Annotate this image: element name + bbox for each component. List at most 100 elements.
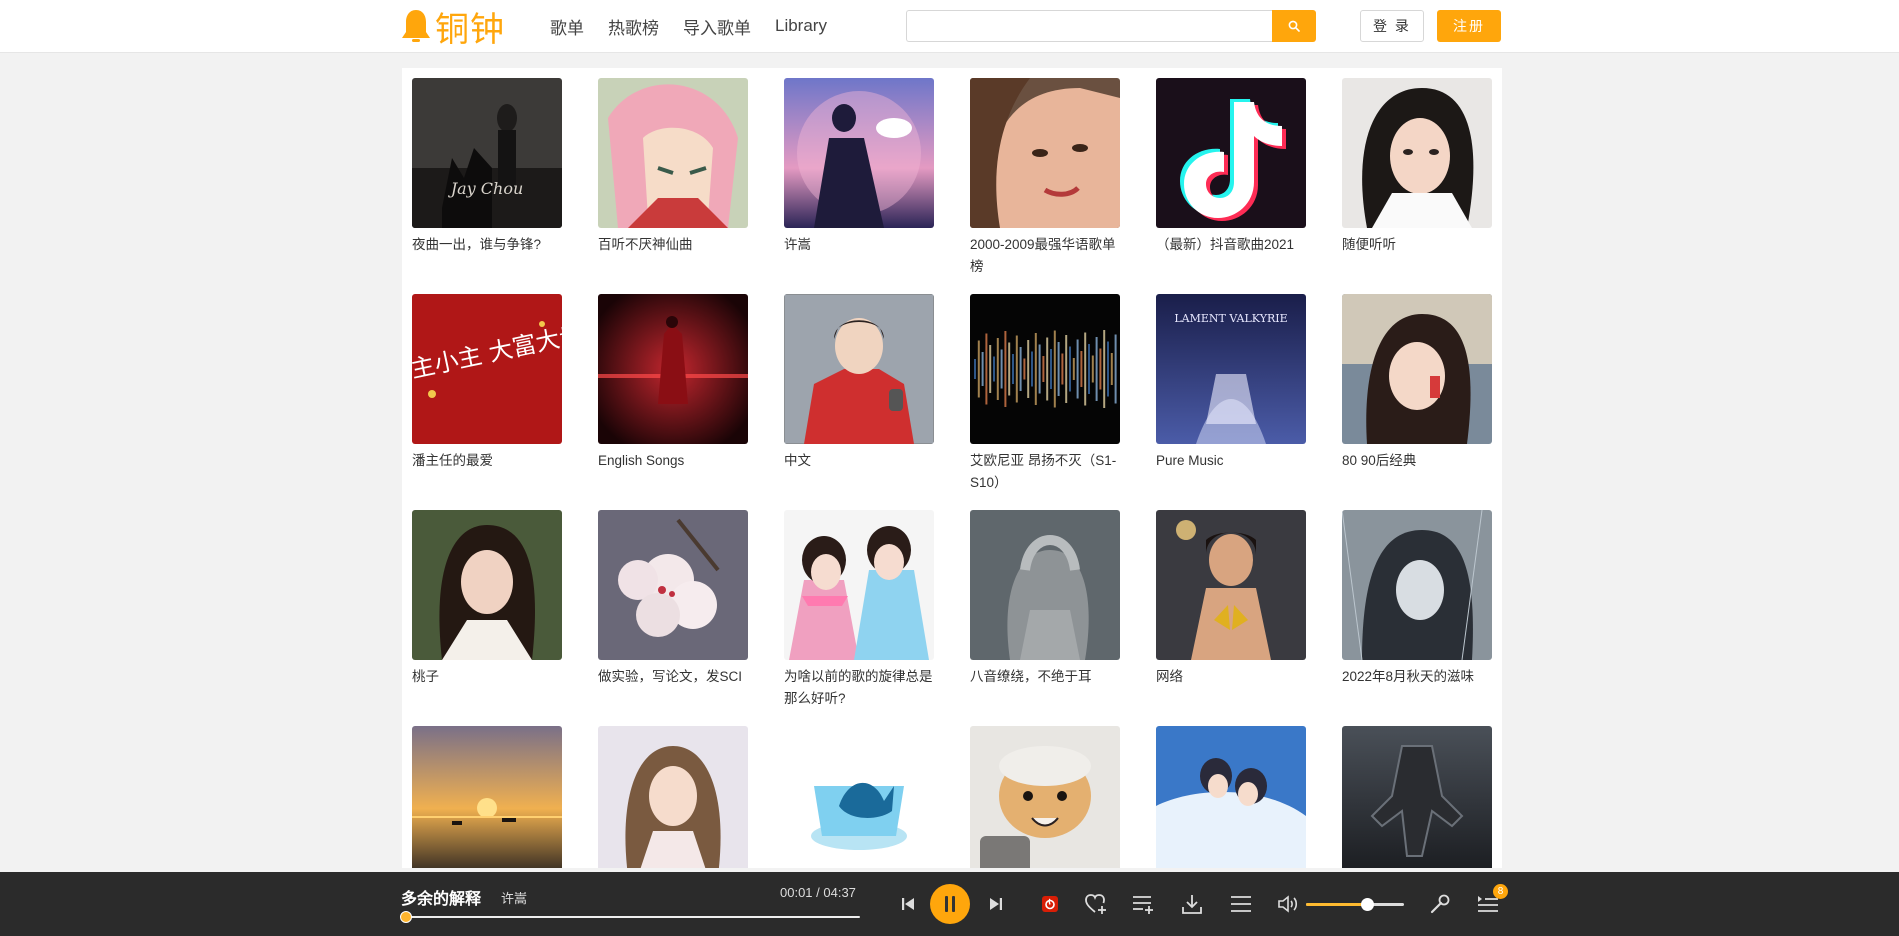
next-button[interactable] [984, 892, 1008, 916]
like-button[interactable] [1083, 892, 1109, 916]
volume-slider[interactable] [1306, 898, 1404, 911]
bell-logo-icon [402, 10, 430, 42]
playlist-cover[interactable] [1342, 726, 1492, 868]
playlist-title[interactable]: 80 90后经典 [1342, 450, 1492, 472]
playlist-cover[interactable] [1156, 78, 1306, 228]
current-song-artist[interactable]: 许嵩 [501, 888, 527, 907]
playlist-cover[interactable]: LAMENT VALKYRIE [1156, 294, 1306, 444]
nav-library[interactable]: Library [775, 16, 827, 36]
nav-playlists[interactable]: 歌单 [550, 14, 584, 39]
playlist-card[interactable] [412, 726, 562, 868]
playlist-card[interactable] [598, 726, 748, 868]
playlist-card[interactable] [784, 726, 934, 868]
playlist-card[interactable]: 2022年8月秋天的滋味 [1342, 510, 1492, 688]
search-input[interactable] [906, 10, 1272, 42]
playlist-title[interactable]: 2000-2009最强华语歌单榜 [970, 234, 1120, 278]
playlist-title[interactable]: 许嵩 [784, 234, 934, 256]
playlist-cover-art [1342, 294, 1492, 444]
playlist-cover-art [1342, 726, 1492, 868]
playlist-card[interactable]: LAMENT VALKYRIE Pure Music [1156, 294, 1306, 472]
nav-import-playlist[interactable]: 导入歌单 [683, 14, 751, 39]
settings-button[interactable] [1427, 892, 1453, 916]
playlist-title[interactable]: Pure Music [1156, 450, 1306, 472]
playlist-cover[interactable] [1156, 726, 1306, 868]
playlist-cover[interactable] [784, 510, 934, 660]
playlist-card[interactable]: 许嵩 [784, 78, 934, 256]
playlist-button[interactable] [1228, 892, 1254, 916]
playlist-cover[interactable] [970, 78, 1120, 228]
playlist-card[interactable] [1342, 726, 1492, 868]
playlist-cover[interactable] [598, 510, 748, 660]
playlist-cover[interactable] [784, 294, 934, 444]
logo[interactable]: 铜钟 [400, 4, 505, 50]
playlist-title[interactable]: 百听不厌神仙曲 [598, 234, 748, 256]
playlist-card[interactable] [1156, 726, 1306, 868]
playlist-card[interactable]: 为啥以前的歌的旋律总是那么好听? [784, 510, 934, 710]
pause-button[interactable] [930, 884, 970, 924]
playlist-cover[interactable]: 小主小主 大富大贵 [412, 294, 562, 444]
playlist-title[interactable]: 艾欧尼亚 昂扬不灭（S1-S10） [970, 450, 1120, 494]
prev-button[interactable] [896, 892, 920, 916]
playlist-card[interactable]: 2000-2009最强华语歌单榜 [970, 78, 1120, 278]
playlist-title[interactable]: 做实验，写论文，发SCI [598, 666, 748, 688]
playlist-card[interactable] [970, 726, 1120, 868]
playlist-cover[interactable] [598, 726, 748, 868]
playlist-card[interactable]: 艾欧尼亚 昂扬不灭（S1-S10） [970, 294, 1120, 494]
playlist-card[interactable]: English Songs [598, 294, 748, 472]
playlist-card[interactable]: 百听不厌神仙曲 [598, 78, 748, 256]
playlist-title[interactable]: English Songs [598, 450, 748, 472]
playlist-title[interactable]: 八音缭绕，不绝于耳 [970, 666, 1120, 688]
progress-bar[interactable] [399, 911, 860, 923]
playlist-title[interactable]: 为啥以前的歌的旋律总是那么好听? [784, 666, 934, 710]
playlist-card[interactable]: （最新）抖音歌曲2021 [1156, 78, 1306, 256]
playlist-card[interactable]: 八音缭绕，不绝于耳 [970, 510, 1120, 688]
playlist-cover[interactable] [784, 726, 934, 868]
playlist-cover-art [1156, 78, 1306, 228]
register-button[interactable]: 注册 [1437, 10, 1501, 42]
login-button[interactable]: 登 录 [1360, 10, 1424, 42]
playlist-card[interactable]: 做实验，写论文，发SCI [598, 510, 748, 688]
playlist-card[interactable]: 桃子 [412, 510, 562, 688]
playlist-cover[interactable] [970, 510, 1120, 660]
progress-handle[interactable] [399, 911, 412, 923]
playback-time: 00:01 / 04:37 [780, 885, 856, 900]
playlist-cover[interactable] [970, 726, 1120, 868]
playlist-cover-art: LAMENT VALKYRIE [1156, 294, 1306, 444]
playlist-title[interactable]: （最新）抖音歌曲2021 [1156, 234, 1306, 256]
playlist-cover-art [970, 726, 1120, 868]
playlist-cover[interactable] [1342, 510, 1492, 660]
playlist-cover[interactable] [1342, 294, 1492, 444]
playlist-card[interactable]: 随便听听 [1342, 78, 1492, 256]
playlist-title[interactable]: 桃子 [412, 666, 562, 688]
volume-button[interactable] [1276, 892, 1302, 916]
playlist-card[interactable]: 80 90后经典 [1342, 294, 1492, 472]
volume-handle[interactable] [1360, 898, 1374, 911]
add-to-list-button[interactable] [1130, 892, 1156, 916]
playlist-card[interactable]: Jay Chou 夜曲一出，谁与争锋? [412, 78, 562, 256]
playlist-title[interactable]: 网络 [1156, 666, 1306, 688]
playlist-cover[interactable] [1342, 78, 1492, 228]
playlist-title[interactable]: 2022年8月秋天的滋味 [1342, 666, 1492, 688]
playlist-card[interactable]: 网络 [1156, 510, 1306, 688]
search-bar [906, 10, 1316, 42]
playlist-cover[interactable] [970, 294, 1120, 444]
search-button[interactable] [1271, 10, 1316, 42]
playlist-cover[interactable] [412, 510, 562, 660]
playlist-cover[interactable] [1156, 510, 1306, 660]
download-button[interactable] [1179, 892, 1205, 916]
playlist-title[interactable]: 夜曲一出，谁与争锋? [412, 234, 562, 256]
playlist-cover[interactable] [598, 78, 748, 228]
playlist-cover-art [598, 510, 748, 660]
playlist-title[interactable]: 中文 [784, 450, 934, 472]
playlist-cover-art [970, 294, 1120, 444]
playlist-cover[interactable] [784, 78, 934, 228]
playlist-card[interactable]: 小主小主 大富大贵潘主任的最爱 [412, 294, 562, 472]
playlist-title[interactable]: 随便听听 [1342, 234, 1492, 256]
playlist-card[interactable]: 中文 [784, 294, 934, 472]
playlist-cover[interactable]: Jay Chou [412, 78, 562, 228]
playlist-title[interactable]: 潘主任的最爱 [412, 450, 562, 472]
playlist-cover[interactable] [412, 726, 562, 868]
nav-hot-chart[interactable]: 热歌榜 [608, 14, 659, 39]
netease-button[interactable] [1040, 894, 1060, 914]
playlist-cover[interactable] [598, 294, 748, 444]
